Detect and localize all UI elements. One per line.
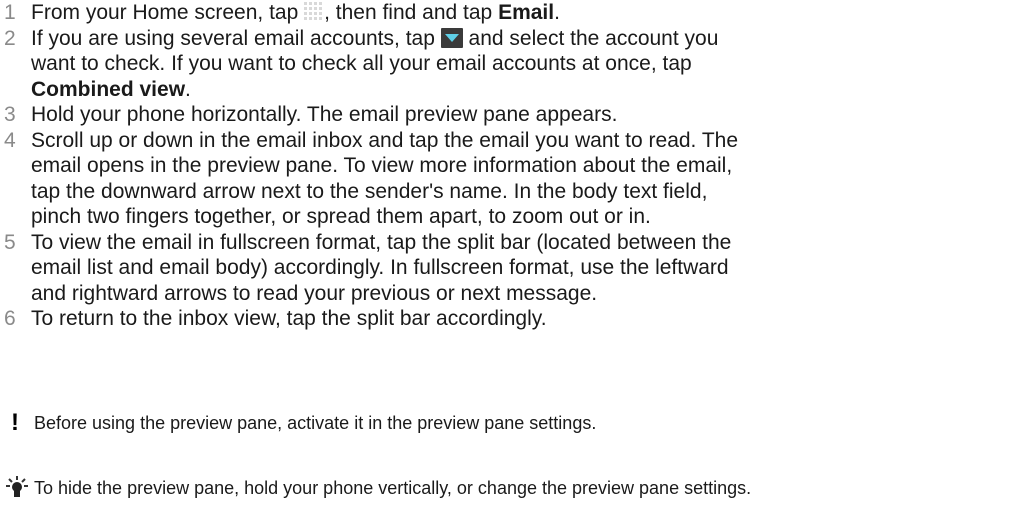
step-line: To return to the inbox view, tap the spl… [31,307,547,330]
step-text-fragment: and select the account you [462,26,719,50]
step-line: email list and email body) accordingly. … [31,256,729,279]
lightbulb-tip-icon [0,475,34,501]
step-item: 5 To view the email in fullscreen format… [0,230,1029,307]
tip-note: To hide the preview pane, hold your phon… [0,475,1029,501]
step-line: want to check. If you want to check all … [31,52,692,75]
step-line: Combined view. [31,77,1019,103]
step-text-fragment: From your Home screen, tap [31,1,305,24]
step-list: 1 From your Home screen, tap , then find… [0,0,1029,332]
step-line: pinch two fingers together, or spread th… [31,205,651,228]
step-text-fragment: If you are using several email accounts,… [31,26,441,50]
step-line: If you are using several email accounts,… [31,26,1019,52]
step-text: Hold your phone horizontally. The email … [31,102,1029,128]
tip-text: To hide the preview pane, hold your phon… [34,478,752,498]
apps-grid-icon [304,2,325,22]
combined-view-label: Combined view [31,77,186,101]
step-item: 2 If you are using several email account… [0,26,1029,103]
warning-note: ! Before using the preview pane, activat… [0,409,1029,436]
step-number: 6 [4,307,16,330]
email-app-label: Email [498,1,555,24]
step-line: tap the downward arrow next to the sende… [31,179,708,203]
step-line: From your Home screen, tap , then find a… [31,0,1019,26]
dropdown-arrow-icon [440,27,463,48]
step-text-fragment: . [554,1,560,24]
step-number: 1 [4,1,16,24]
step-line: To view the email in fullscreen format, … [31,230,732,254]
manual-page: 1 From your Home screen, tap , then find… [0,0,1029,508]
step-number: 5 [4,230,16,254]
step-item: 1 From your Home screen, tap , then find… [0,0,1029,26]
step-text-fragment: . [185,77,191,101]
step-item: 3 Hold your phone horizontally. The emai… [0,102,1029,128]
warning-text: Before using the preview pane, activate … [34,413,597,433]
step-number: 3 [4,103,16,126]
step-text-fragment: , then find and tap [324,1,499,24]
step-text: If you are using several email accounts,… [31,26,1029,103]
step-line: Hold your phone horizontally. The email … [31,103,618,126]
step-number: 2 [4,26,16,50]
step-item: 4 Scroll up or down in the email inbox a… [0,128,1029,230]
step-item: 6 To return to the inbox view, tap the s… [0,306,1029,332]
exclamation-mark: ! [11,409,19,436]
step-line: Scroll up or down in the email inbox and… [31,128,739,152]
step-number: 4 [4,128,16,152]
step-text: To view the email in fullscreen format, … [31,230,1029,307]
step-line: email opens in the preview pane. To view… [31,154,733,177]
step-text: To return to the inbox view, tap the spl… [31,306,1029,332]
step-line: and rightward arrows to read your previo… [31,281,598,305]
exclamation-icon: ! [0,409,34,436]
step-text: Scroll up or down in the email inbox and… [31,128,1029,230]
step-text: From your Home screen, tap , then find a… [31,0,1029,26]
